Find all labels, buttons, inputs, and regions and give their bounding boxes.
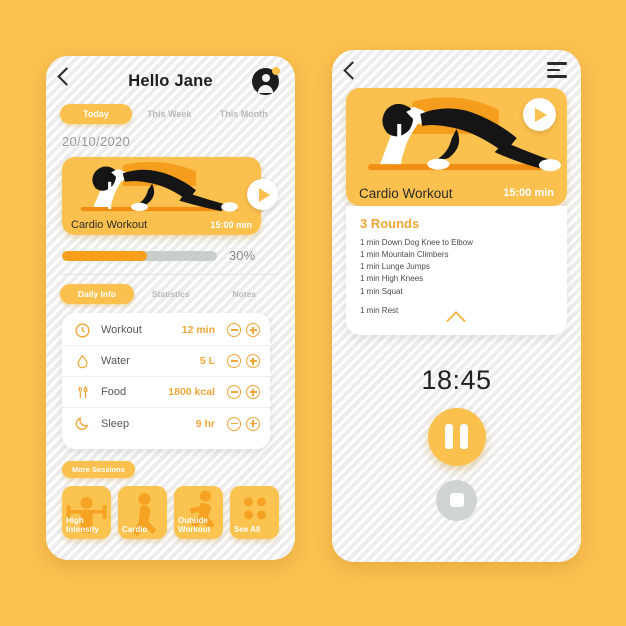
tab-statistics[interactable]: Statistics <box>134 289 208 299</box>
progress-row: 30% <box>62 248 279 263</box>
stat-row-water: Water 5 L <box>62 346 270 377</box>
rounds-title: 3 Rounds <box>360 216 420 231</box>
progress-bar <box>62 250 217 261</box>
minus-circle-icon[interactable] <box>227 385 241 399</box>
exercise-item: 1 min Squat <box>360 286 403 296</box>
water-drop-icon <box>72 351 92 371</box>
cutlery-icon <box>72 382 92 402</box>
workout-illustration <box>62 157 261 215</box>
stat-row-workout: Workout 12 min <box>62 315 270 346</box>
stop-square <box>449 493 464 508</box>
stat-label: Food <box>101 386 127 398</box>
avatar-head <box>261 73 270 82</box>
stat-label: Workout <box>101 324 142 336</box>
home-header: Hello Jane <box>46 56 295 102</box>
plus-circle-icon[interactable] <box>246 323 260 337</box>
exercise-item: 1 min High Knees <box>360 274 424 284</box>
exercise-list: 1 min Down Dog Knee to Elbow 1 min Mount… <box>360 237 553 298</box>
detail-workout-duration: 15:00 min <box>503 187 554 199</box>
daily-info-card: Workout 12 min Water 5 L Food 1800 kcal … <box>62 313 270 449</box>
plus-circle-icon[interactable] <box>246 385 260 399</box>
exercise-item: 1 min Down Dog Knee to Elbow <box>360 238 473 247</box>
clock-icon <box>72 320 92 340</box>
session-label: Outside Workout <box>178 516 211 534</box>
session-label: High Intensity <box>66 516 99 534</box>
stat-value: 9 hr <box>195 417 215 430</box>
detail-workout-title: Cardio Workout <box>359 185 453 201</box>
stat-value: 1800 kcal <box>168 386 215 398</box>
section-divider <box>62 274 279 275</box>
phone-screen-home: Hello Jane Today This Week This Month 20… <box>46 56 295 560</box>
session-card-cardio[interactable]: Cardio <box>118 486 167 539</box>
workout-card-caption: Cardio Workout 15:00 min <box>62 215 261 235</box>
timer-display: 18:45 <box>421 364 492 395</box>
detail-card-caption: Cardio Workout 15:00 min <box>346 180 567 206</box>
hamburger-line <box>547 68 560 72</box>
session-card-high-intensity[interactable]: High Intensity <box>62 486 111 539</box>
more-sessions-button[interactable]: More Sessions <box>62 461 135 478</box>
exercise-item: 1 min Lunge Jumps <box>360 262 430 272</box>
avatar-badge <box>272 67 280 75</box>
pause-bar <box>460 424 468 450</box>
user-avatar-icon[interactable] <box>252 67 280 95</box>
period-tab-today[interactable]: Today <box>60 104 132 124</box>
stat-row-food: Food 1800 kcal <box>62 377 270 408</box>
minus-circle-icon[interactable] <box>227 323 241 337</box>
info-tabs: Daily Info Statistics Notes <box>60 284 281 304</box>
minus-circle-icon[interactable] <box>227 416 241 431</box>
period-tab-this-week[interactable]: This Week <box>132 109 207 119</box>
stat-label: Sleep <box>101 417 130 430</box>
progress-percent-label: 30% <box>229 248 256 263</box>
minus-circle-icon[interactable] <box>227 354 241 368</box>
pause-bar <box>445 424 453 450</box>
session-label: See All <box>234 524 261 534</box>
avatar-body <box>258 85 273 93</box>
stat-row-sleep: Sleep 9 hr <box>62 408 270 439</box>
sessions-list: High Intensity Cardio Outside Workout Se… <box>62 486 279 539</box>
period-tab-this-month[interactable]: This Month <box>207 109 282 119</box>
session-card-see-all[interactable]: See All <box>230 486 279 539</box>
session-label: Cardio <box>122 524 148 534</box>
workout-card-duration: 15:00 min <box>210 220 252 230</box>
pause-icon[interactable] <box>427 407 486 466</box>
stop-icon[interactable] <box>436 479 477 521</box>
timer-controls <box>332 407 581 521</box>
play-icon[interactable] <box>247 179 278 210</box>
tab-notes[interactable]: Notes <box>208 289 282 299</box>
date-label: 20/10/2020 <box>62 134 131 149</box>
play-icon[interactable] <box>523 98 556 131</box>
hamburger-line <box>547 62 567 65</box>
hamburger-menu-icon[interactable] <box>547 62 567 82</box>
detail-workout-card[interactable]: Cardio Workout 15:00 min <box>346 88 567 206</box>
app-background: Hello Jane Today This Week This Month 20… <box>0 0 626 626</box>
stat-value: 5 L <box>199 355 215 367</box>
rounds-panel: 3 Rounds 1 min Down Dog Knee to Elbow 1 … <box>346 206 567 335</box>
stat-value: 12 min <box>181 324 215 336</box>
hamburger-line <box>547 75 567 78</box>
moon-icon <box>72 414 92 434</box>
detail-header <box>332 50 581 88</box>
phone-screen-workout-detail: Cardio Workout 15:00 min 3 Rounds 1 min … <box>332 50 581 562</box>
chevron-left-icon[interactable] <box>343 61 362 80</box>
period-tabs: Today This Week This Month <box>46 104 295 124</box>
workout-card[interactable]: Cardio Workout 15:00 min <box>62 157 278 235</box>
exercise-item: 1 min Mountain Climbers <box>360 250 449 260</box>
session-card-outside-workout[interactable]: Outside Workout <box>174 486 223 539</box>
plus-circle-icon[interactable] <box>246 416 260 431</box>
progress-bar-fill <box>62 250 148 261</box>
plus-circle-icon[interactable] <box>246 354 260 368</box>
workout-card-title: Cardio Workout <box>71 219 148 231</box>
tab-daily-info[interactable]: Daily Info <box>60 284 134 304</box>
stat-label: Water <box>101 355 130 367</box>
